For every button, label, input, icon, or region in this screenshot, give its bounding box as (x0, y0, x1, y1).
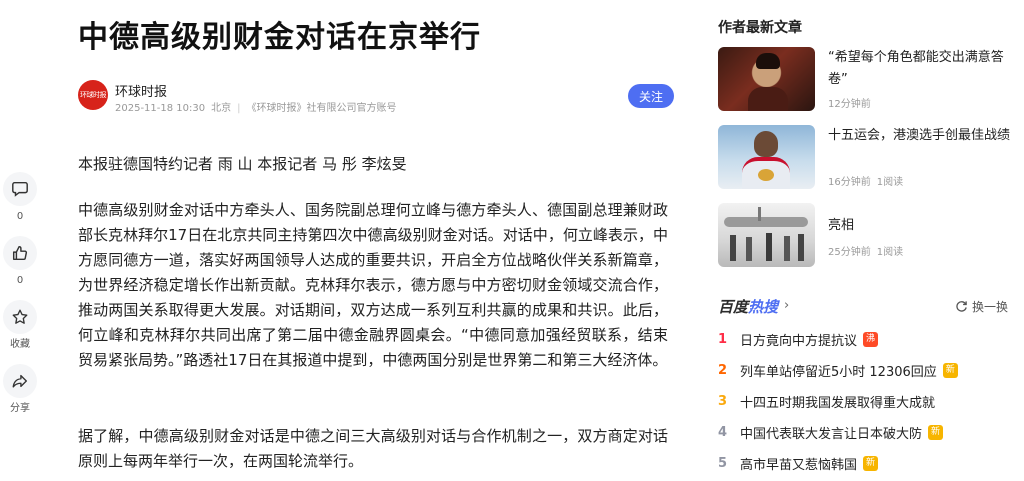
action-rail: 0 0 收藏 分享 (0, 172, 40, 428)
follow-button[interactable]: 关注 (628, 84, 674, 108)
hot-search-text[interactable]: 日方竟向中方提抗议 (740, 330, 857, 349)
new-tag: 新 (928, 425, 944, 440)
hot-rank: 5 (718, 456, 728, 471)
hot-rank: 4 (718, 425, 728, 440)
latest-article-meta: 16分钟前 1阅读 (828, 173, 909, 188)
latest-articles-heading: 作者最新文章 (718, 20, 802, 36)
latest-article-meta: 12分钟前 (828, 95, 877, 110)
article-time: 25分钟前 (828, 247, 871, 258)
comment-icon[interactable] (3, 172, 37, 206)
comment-count: 0 (16, 211, 24, 222)
article-byline: 本报驻德国特约记者 雨 山 本报记者 马 彤 李炫旻 (78, 155, 407, 173)
author-name[interactable]: 环球时报 (115, 81, 167, 100)
share-icon[interactable] (3, 364, 37, 398)
chevron-right-icon[interactable]: › (784, 298, 789, 313)
hot-logo-part-b: 热搜 (748, 298, 779, 316)
latest-article-item[interactable]: “希望每个角色都能交出满意答卷” 12分钟前 (718, 47, 1014, 113)
publish-date: 2025-11-18 10:30 (115, 103, 206, 114)
hot-search-item[interactable]: 2 列车单站停留近5小时 12306回应 新 (718, 355, 1014, 386)
hot-search-item[interactable]: 5 高市早苗又惹恼韩国 新 (718, 448, 1014, 479)
article-thumbnail[interactable] (718, 203, 815, 267)
like-action[interactable]: 0 (0, 236, 40, 287)
article-reads: 1阅读 (876, 177, 904, 188)
share-action[interactable]: 分享 (0, 364, 40, 415)
hot-search-text[interactable]: 十四五时期我国发展取得重大成就 (740, 392, 935, 411)
hot-rank: 3 (718, 394, 728, 409)
hot-search-header: 百度热搜 › 换一换 (718, 296, 1014, 318)
hot-search-item[interactable]: 4 中国代表联大发言让日本破大防 新 (718, 417, 1014, 448)
share-label: 分享 (10, 403, 30, 414)
baidu-hot-logo[interactable]: 百度热搜 (718, 296, 778, 317)
refresh-button[interactable]: 换一换 (955, 298, 1008, 315)
refresh-icon (956, 301, 967, 312)
latest-article-meta: 25分钟前 1阅读 (828, 243, 909, 258)
hot-logo-part-a: 百度 (718, 298, 749, 316)
article-thumbnail[interactable] (718, 47, 815, 111)
like-count: 0 (16, 275, 24, 286)
author-avatar[interactable]: 环球时报 (78, 80, 108, 110)
article-thumbnail[interactable] (718, 125, 815, 189)
comment-action[interactable]: 0 (0, 172, 40, 223)
favorite-action[interactable]: 收藏 (0, 300, 40, 351)
article-meta: 2025-11-18 10:30 北京 | 《环球时报》社有限公司官方账号 (115, 99, 403, 114)
favorite-label: 收藏 (10, 339, 30, 350)
article-page: 0 0 收藏 分享 中德高级别财金对话在京举行 环球时报 环球时报 2025-1… (0, 0, 1024, 481)
article-title: 中德高级别财金对话在京举行 (78, 20, 481, 55)
hot-search-item[interactable]: 1 日方竟向中方提抗议 沸 (718, 324, 1014, 355)
account-description: 《环球时报》社有限公司官方账号 (246, 103, 397, 114)
article-time: 12分钟前 (828, 99, 871, 110)
hot-tag: 沸 (863, 332, 879, 347)
latest-article-item[interactable]: 亮相 25分钟前 1阅读 (718, 203, 1014, 269)
hot-rank: 2 (718, 363, 728, 378)
like-icon[interactable] (3, 236, 37, 270)
new-tag: 新 (863, 456, 879, 471)
hot-search-text[interactable]: 高市早苗又惹恼韩国 (740, 454, 857, 473)
hot-search-list: 1 日方竟向中方提抗议 沸 2 列车单站停留近5小时 12306回应 新 3 十… (718, 324, 1014, 479)
meta-separator: | (237, 103, 241, 114)
latest-article-item[interactable]: 十五运会，港澳选手创最佳战绩 16分钟前 1阅读 (718, 125, 1014, 191)
article-time: 16分钟前 (828, 177, 871, 188)
refresh-label: 换一换 (971, 300, 1008, 314)
latest-article-title[interactable]: 亮相 (828, 215, 1014, 237)
star-icon[interactable] (3, 300, 37, 334)
new-tag: 新 (942, 363, 958, 378)
hot-rank: 1 (718, 332, 728, 347)
article-reads: 1阅读 (876, 247, 904, 258)
article-paragraph: 据了解，中德高级别财金对话是中德之间三大高级别对话与合作机制之一，双方商定对话原… (78, 427, 668, 470)
article-paragraph: 中德高级别财金对话中方牵头人、国务院副总理何立峰与德方牵头人、德国副总理兼财政部… (78, 201, 668, 369)
hot-search-text[interactable]: 列车单站停留近5小时 12306回应 (740, 361, 937, 380)
latest-article-title[interactable]: 十五运会，港澳选手创最佳战绩 (828, 125, 1014, 147)
publish-location: 北京 (211, 103, 232, 114)
latest-article-title[interactable]: “希望每个角色都能交出满意答卷” (828, 47, 1014, 91)
author-row: 环球时报 环球时报 2025-11-18 10:30 北京 | 《环球时报》社有限公司… (78, 80, 676, 116)
hot-search-text[interactable]: 中国代表联大发言让日本破大防 (740, 423, 922, 442)
hot-search-item[interactable]: 3 十四五时期我国发展取得重大成就 (718, 386, 1014, 417)
